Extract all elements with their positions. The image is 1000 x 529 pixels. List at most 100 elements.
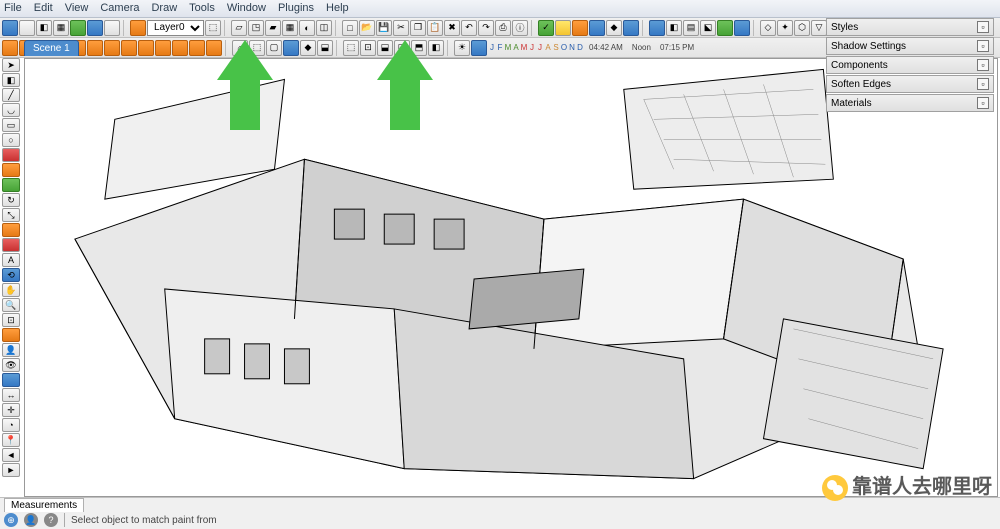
- position-icon[interactable]: 📍: [2, 433, 20, 447]
- mono-icon[interactable]: ◐: [299, 20, 315, 36]
- menu-window[interactable]: Window: [227, 2, 266, 15]
- plugin-icon[interactable]: [555, 20, 571, 36]
- rotate-icon[interactable]: ↻: [2, 193, 20, 207]
- plugin-icon[interactable]: [589, 20, 605, 36]
- move-icon[interactable]: [2, 178, 20, 192]
- panel-shadow-settings[interactable]: Shadow Settings▫: [826, 37, 994, 55]
- close-icon[interactable]: ▫: [977, 78, 989, 90]
- scene-tab[interactable]: Scene 1: [24, 40, 79, 56]
- zoom-icon[interactable]: 🔍: [2, 298, 20, 312]
- render-icon[interactable]: ⬕: [700, 20, 716, 36]
- look-icon[interactable]: 👁: [2, 358, 20, 372]
- pushpull-icon[interactable]: [2, 163, 20, 177]
- tool-icon[interactable]: ◆: [300, 40, 316, 56]
- menu-plugins[interactable]: Plugins: [278, 2, 314, 15]
- texture-icon[interactable]: ▦: [282, 20, 298, 36]
- redo-icon[interactable]: ↷: [478, 20, 494, 36]
- tool-icon[interactable]: [87, 20, 103, 36]
- extra-icon[interactable]: ✦: [777, 20, 793, 36]
- geo-icon[interactable]: ⊕: [4, 513, 18, 527]
- render-icon[interactable]: ◧: [666, 20, 682, 36]
- layer-icon[interactable]: [130, 20, 146, 36]
- menu-edit[interactable]: Edit: [34, 2, 53, 15]
- section-icon[interactable]: [2, 328, 20, 342]
- walk-icon[interactable]: 👤: [2, 343, 20, 357]
- shadow-toggle-icon[interactable]: ☀: [454, 40, 470, 56]
- menu-help[interactable]: Help: [326, 2, 349, 15]
- plugin-icon[interactable]: ◆: [606, 20, 622, 36]
- tool-icon[interactable]: ▦: [53, 20, 69, 36]
- next-icon[interactable]: ►: [2, 463, 20, 477]
- hidden-icon[interactable]: ◳: [248, 20, 264, 36]
- line-icon[interactable]: ╱: [2, 88, 20, 102]
- panel-styles[interactable]: Styles▫: [826, 18, 994, 36]
- tool-icon[interactable]: ◧: [36, 20, 52, 36]
- save-icon[interactable]: 💾: [376, 20, 392, 36]
- eraser-icon[interactable]: ◧: [2, 73, 20, 87]
- panel-soften-edges[interactable]: Soften Edges▫: [826, 75, 994, 93]
- render-icon[interactable]: [649, 20, 665, 36]
- shadow-settings-icon[interactable]: [471, 40, 487, 56]
- cut-icon[interactable]: ✂: [393, 20, 409, 36]
- copy-icon[interactable]: ❐: [410, 20, 426, 36]
- text-icon[interactable]: A: [2, 253, 20, 267]
- prev-icon[interactable]: ◄: [2, 448, 20, 462]
- tool-icon[interactable]: [104, 20, 120, 36]
- print-icon[interactable]: ⎙: [495, 20, 511, 36]
- viewport[interactable]: [24, 58, 998, 497]
- model-info-icon[interactable]: ⓘ: [512, 20, 528, 36]
- xray-icon[interactable]: ◫: [316, 20, 332, 36]
- extra-icon[interactable]: ▽: [811, 20, 827, 36]
- iso-icon[interactable]: ⬚: [343, 40, 359, 56]
- axes-icon[interactable]: ✛: [2, 403, 20, 417]
- paste-icon[interactable]: 📋: [427, 20, 443, 36]
- tool-icon[interactable]: [104, 40, 120, 56]
- tool-icon[interactable]: [2, 20, 18, 36]
- tool-icon[interactable]: [70, 20, 86, 36]
- tool-icon[interactable]: [189, 40, 205, 56]
- panel-materials[interactable]: Materials▫: [826, 94, 994, 112]
- extra-icon[interactable]: ◇: [760, 20, 776, 36]
- arc-icon[interactable]: ◡: [2, 103, 20, 117]
- panel-components[interactable]: Components▫: [826, 56, 994, 74]
- pan-icon[interactable]: ✋: [2, 283, 20, 297]
- orbit-icon[interactable]: ⟲: [2, 268, 20, 282]
- erase-icon[interactable]: ✖: [444, 20, 460, 36]
- close-icon[interactable]: ▫: [977, 40, 989, 52]
- circle-icon[interactable]: ○: [2, 133, 20, 147]
- tool-icon[interactable]: [172, 40, 188, 56]
- extra-icon[interactable]: ⬡: [794, 20, 810, 36]
- shadow-month-bar[interactable]: JFMAMJJASOND: [488, 43, 584, 52]
- menu-view[interactable]: View: [65, 2, 89, 15]
- tape-icon[interactable]: [2, 238, 20, 252]
- select-icon[interactable]: ➤: [2, 58, 20, 72]
- tool-icon[interactable]: [138, 40, 154, 56]
- menu-draw[interactable]: Draw: [151, 2, 177, 15]
- menu-file[interactable]: File: [4, 2, 22, 15]
- shaded-icon[interactable]: ▰: [265, 20, 281, 36]
- rect-icon[interactable]: ▭: [2, 118, 20, 132]
- undo-icon[interactable]: ↶: [461, 20, 477, 36]
- menubar[interactable]: File Edit View Camera Draw Tools Window …: [0, 0, 1000, 18]
- plugin-icon[interactable]: ✓: [538, 20, 554, 36]
- close-icon[interactable]: ▫: [977, 21, 989, 33]
- render-icon[interactable]: ▤: [683, 20, 699, 36]
- credits-icon[interactable]: 👤: [24, 513, 38, 527]
- tool-icon[interactable]: ⬓: [317, 40, 333, 56]
- paint-icon[interactable]: [2, 148, 20, 162]
- tool-icon[interactable]: [19, 20, 35, 36]
- tool-icon[interactable]: [283, 40, 299, 56]
- dim-icon[interactable]: ↔: [2, 388, 20, 402]
- layer-select[interactable]: Layer0: [147, 20, 204, 36]
- new-icon[interactable]: □: [342, 20, 358, 36]
- tool-icon[interactable]: [87, 40, 103, 56]
- zoom-extents-icon[interactable]: ⊡: [2, 313, 20, 327]
- layer-manager-icon[interactable]: ⬚: [205, 20, 221, 36]
- measurements-tab[interactable]: Measurements: [4, 498, 84, 512]
- menu-tools[interactable]: Tools: [189, 2, 215, 15]
- render-icon[interactable]: [717, 20, 733, 36]
- menu-camera[interactable]: Camera: [100, 2, 139, 15]
- tool-icon[interactable]: [2, 40, 18, 56]
- offset-icon[interactable]: [2, 223, 20, 237]
- tool-icon[interactable]: [155, 40, 171, 56]
